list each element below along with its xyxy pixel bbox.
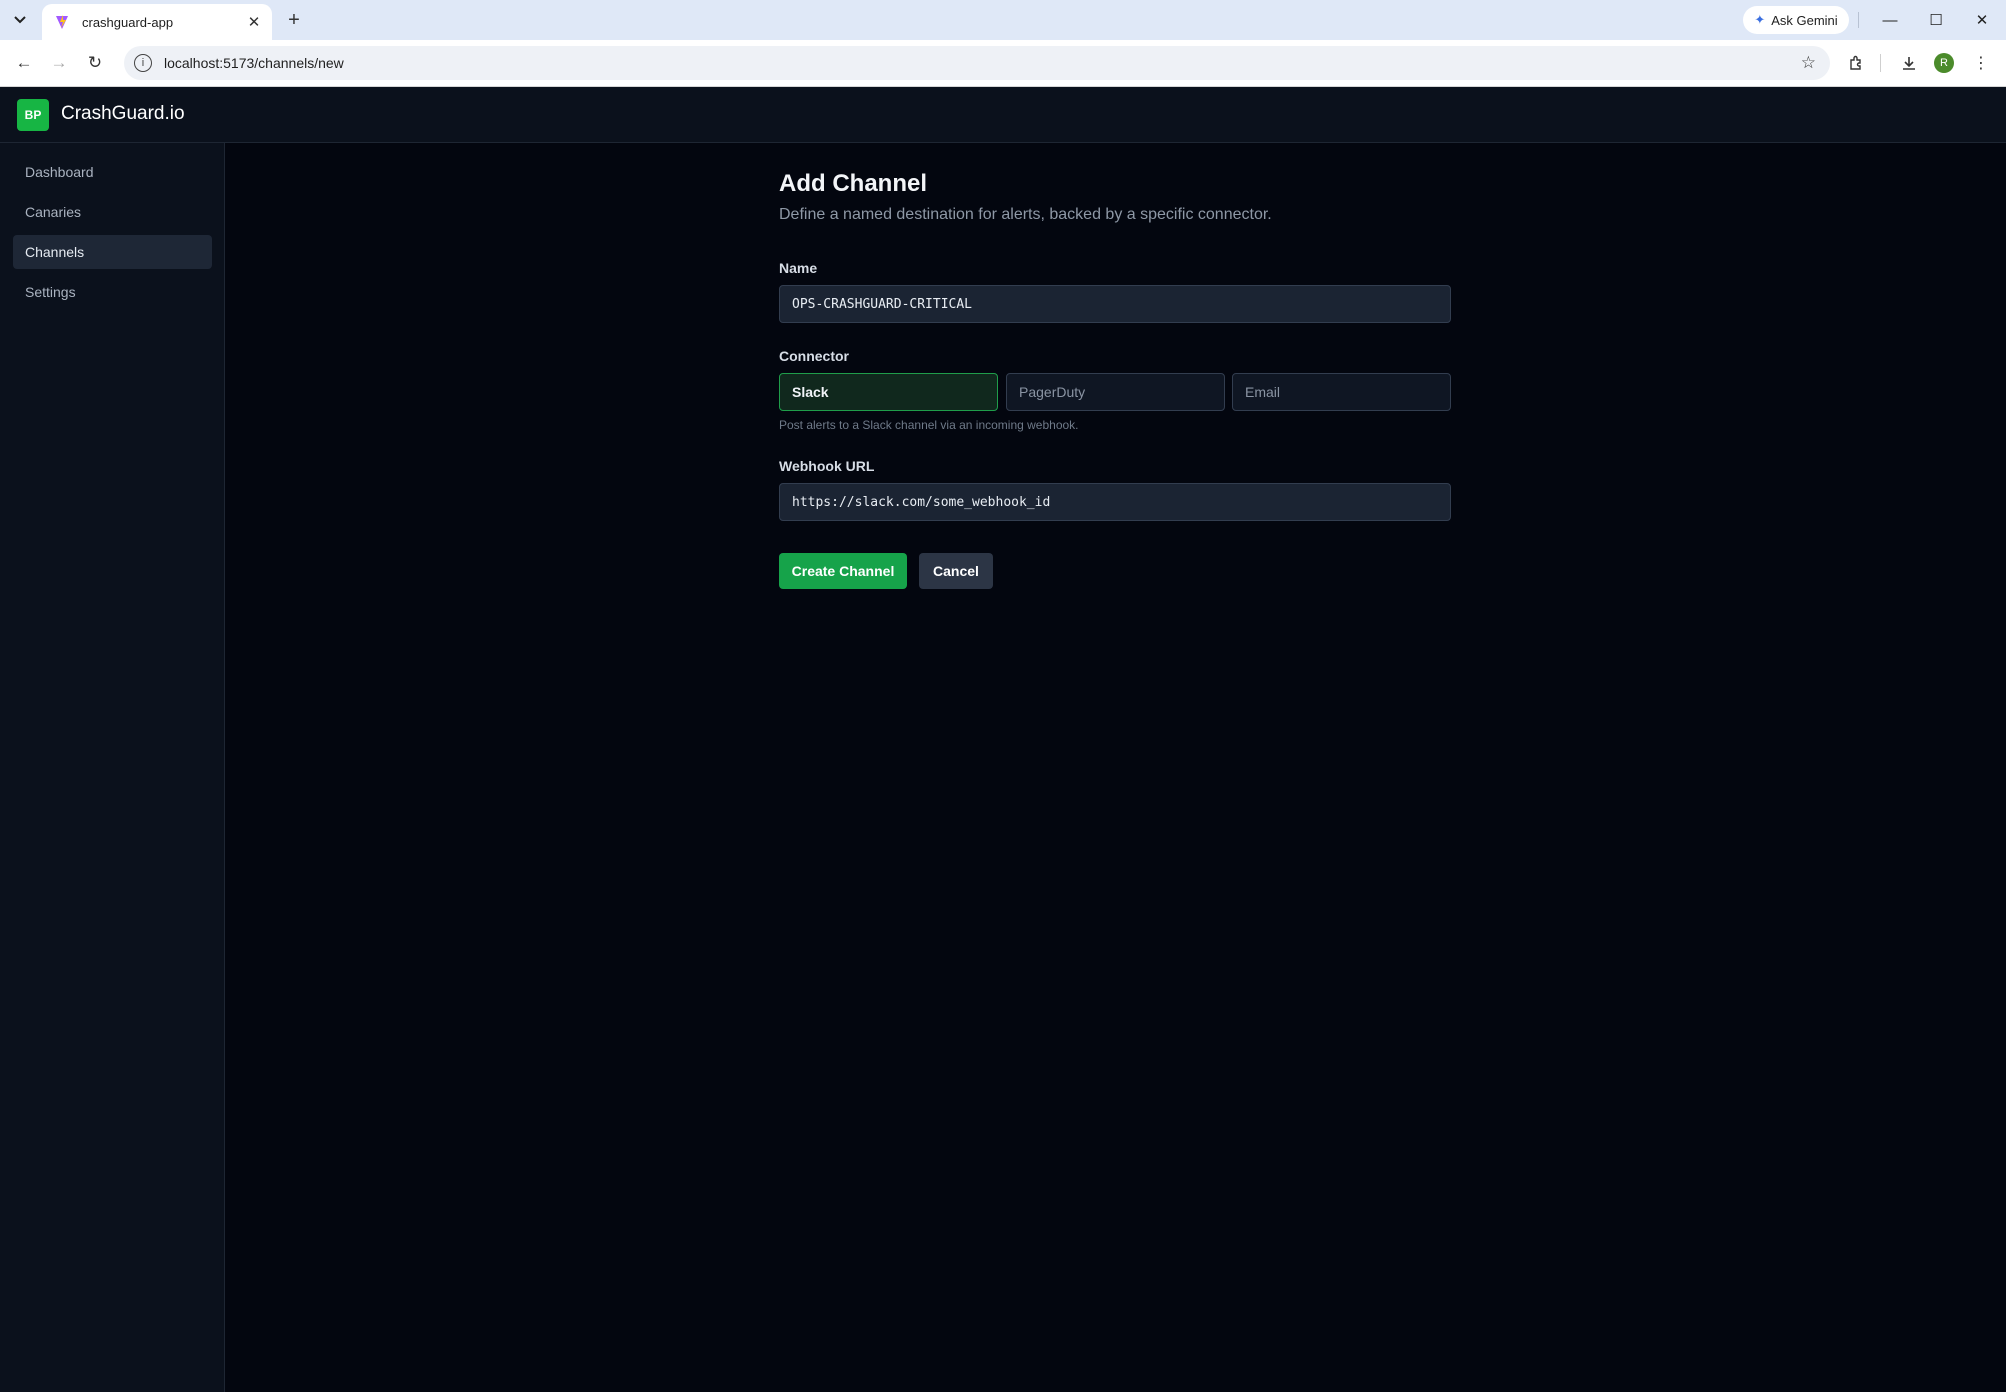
- app-name[interactable]: CrashGuard.io: [61, 103, 185, 125]
- connector-label: Connector: [779, 348, 849, 364]
- sidebar: Dashboard Canaries Channels Settings: [0, 143, 225, 1392]
- extensions-icon[interactable]: [1842, 49, 1870, 77]
- downloads-icon[interactable]: [1895, 49, 1923, 77]
- connector-email-button[interactable]: Email: [1232, 373, 1451, 411]
- bookmark-star-icon[interactable]: ☆: [1801, 53, 1816, 73]
- window-close-icon[interactable]: ✕: [1964, 6, 2000, 34]
- sidebar-item-canaries[interactable]: Canaries: [13, 195, 212, 229]
- forward-icon[interactable]: →: [45, 49, 73, 77]
- browser-tab-bar: crashguard-app ✕ + ✦ Ask Gemini — ☐ ✕: [0, 0, 2006, 40]
- webhook-url-label: Webhook URL: [779, 458, 875, 474]
- new-tab-icon[interactable]: +: [282, 8, 306, 32]
- webhook-url-input[interactable]: https://slack.com/some_webhook_id: [779, 483, 1451, 521]
- name-input[interactable]: OPS-CRASHGUARD-CRITICAL: [779, 285, 1451, 323]
- sidebar-item-dashboard[interactable]: Dashboard: [13, 155, 212, 189]
- browser-tab[interactable]: crashguard-app ✕: [42, 4, 272, 40]
- name-label: Name: [779, 260, 818, 276]
- cancel-button[interactable]: Cancel: [919, 553, 993, 589]
- connector-slack-button[interactable]: Slack: [779, 373, 998, 411]
- reload-icon[interactable]: ↻: [81, 49, 109, 77]
- sidebar-item-label: Channels: [25, 244, 85, 260]
- site-info-icon[interactable]: i: [134, 54, 152, 72]
- sidebar-item-settings[interactable]: Settings: [13, 275, 212, 309]
- profile-avatar[interactable]: R: [1934, 53, 1954, 73]
- tab-title: crashguard-app: [82, 14, 174, 30]
- page-title: Add Channel: [779, 170, 927, 197]
- connector-pagerduty-button[interactable]: PagerDuty: [1006, 373, 1225, 411]
- sidebar-item-channels[interactable]: Channels: [13, 235, 212, 269]
- address-bar[interactable]: i localhost:5173/channels/new ☆: [124, 46, 1830, 80]
- gemini-label: Ask Gemini: [1771, 12, 1838, 28]
- create-channel-button[interactable]: Create Channel: [779, 553, 907, 589]
- vite-favicon-icon: [52, 12, 72, 32]
- back-icon[interactable]: ←: [10, 49, 38, 77]
- tab-close-icon[interactable]: ✕: [242, 10, 266, 34]
- tabbar-divider: [1858, 12, 1859, 28]
- sidebar-item-label: Canaries: [25, 204, 82, 220]
- browser-toolbar: ← → ↻ i localhost:5173/channels/new ☆ R …: [0, 40, 2006, 87]
- sidebar-item-label: Dashboard: [25, 164, 94, 180]
- connector-help-text: Post alerts to a Slack channel via an in…: [779, 418, 1079, 432]
- toolbar-divider: [1880, 54, 1881, 72]
- gemini-sparkle-icon: ✦: [1754, 12, 1766, 27]
- browser-menu-icon[interactable]: ⋮: [1967, 49, 1995, 77]
- url-text: localhost:5173/channels/new: [164, 55, 344, 71]
- sidebar-item-label: Settings: [25, 284, 76, 300]
- app-logo[interactable]: BP: [17, 99, 49, 131]
- app-header: BP CrashGuard.io: [0, 87, 2006, 143]
- tab-search-icon[interactable]: [7, 8, 33, 32]
- ask-gemini-button[interactable]: ✦ Ask Gemini: [1743, 6, 1849, 34]
- minimize-icon[interactable]: —: [1872, 6, 1908, 34]
- page-subtitle: Define a named destination for alerts, b…: [779, 206, 1272, 223]
- maximize-icon[interactable]: ☐: [1918, 6, 1954, 34]
